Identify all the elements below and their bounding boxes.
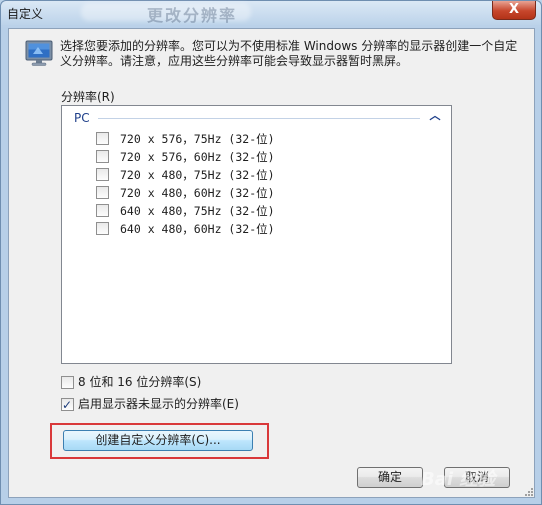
resolution-text: 720 x 576，60Hz (32-位): [120, 150, 275, 164]
checkbox-8-16-bit[interactable]: [61, 376, 74, 389]
resolution-text: 720 x 480，75Hz (32-位): [120, 168, 275, 182]
resolution-text: 720 x 576，75Hz (32-位): [120, 132, 275, 146]
chevron-up-icon[interactable]: ︿: [428, 109, 442, 123]
checkbox[interactable]: [96, 132, 109, 145]
resize-grip-icon[interactable]: [524, 487, 534, 497]
custom-resolution-dialog: 自定义 更改分辨率 X 选择您要添加的分辨率。您可以为不使用标准 Windows…: [0, 0, 542, 505]
option-label: 启用显示器未显示的分辨率(E): [78, 397, 239, 411]
dialog-content: 选择您要添加的分辨率。您可以为不使用标准 Windows 分辨率的显示器创建一个…: [8, 28, 535, 498]
checkbox[interactable]: [96, 150, 109, 163]
list-item[interactable]: 640 x 480，60Hz (32-位): [96, 220, 396, 238]
checkbox-unsupported-resolutions[interactable]: [61, 396, 74, 414]
resolution-text: 640 x 480，75Hz (32-位): [120, 204, 275, 218]
instructions-text: 选择您要添加的分辨率。您可以为不使用标准 Windows 分辨率的显示器创建一个…: [60, 39, 518, 68]
resolution-list-label: 分辨率(R): [61, 90, 115, 104]
checkbox[interactable]: [96, 204, 109, 217]
close-button[interactable]: X: [492, 1, 536, 20]
monitor-icon: [25, 40, 53, 66]
ok-button[interactable]: 确定: [357, 467, 423, 488]
list-item[interactable]: 720 x 480，60Hz (32-位): [96, 184, 396, 202]
list-item[interactable]: 720 x 576，60Hz (32-位): [96, 148, 396, 166]
group-divider: [98, 118, 420, 119]
resolution-listbox[interactable]: PC ︿ 720 x 576，75Hz (32-位) 720 x 576，60H…: [61, 105, 452, 364]
checkbox[interactable]: [96, 186, 109, 199]
list-item[interactable]: 640 x 480，75Hz (32-位): [96, 202, 396, 220]
create-custom-resolution-button[interactable]: 创建自定义分辨率(C)...: [63, 430, 253, 451]
cancel-button[interactable]: 取消: [444, 467, 510, 488]
resolution-text: 720 x 480，60Hz (32-位): [120, 186, 275, 200]
window-title: 自定义: [7, 7, 44, 21]
option-label: 8 位和 16 位分辨率(S): [78, 375, 202, 389]
title-bar[interactable]: 自定义 更改分辨率 X: [1, 1, 541, 25]
checkbox[interactable]: [96, 168, 109, 181]
list-item[interactable]: 720 x 480，75Hz (32-位): [96, 166, 396, 184]
resolution-text: 640 x 480，60Hz (32-位): [120, 222, 275, 236]
group-header-pc: PC: [74, 111, 90, 125]
background-window-title: 更改分辨率: [147, 6, 238, 25]
list-item[interactable]: 720 x 576，75Hz (32-位): [96, 130, 396, 148]
checkbox[interactable]: [96, 222, 109, 235]
